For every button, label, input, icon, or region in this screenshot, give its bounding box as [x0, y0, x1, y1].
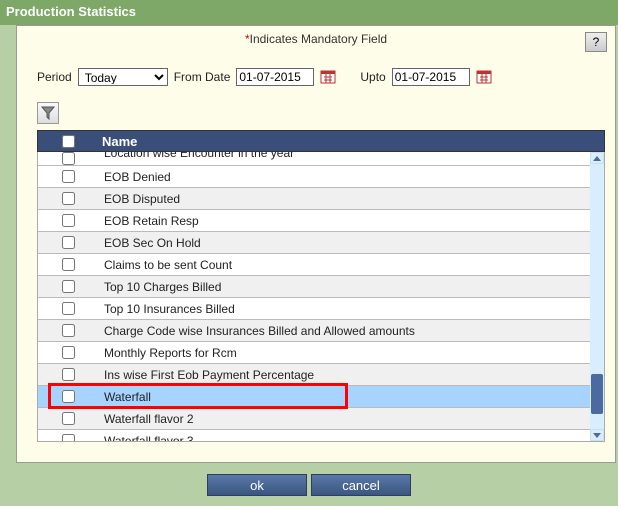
table-row[interactable]: EOB Retain Resp: [38, 210, 604, 232]
scroll-up-button[interactable]: [590, 152, 604, 164]
ok-button[interactable]: ok: [207, 474, 307, 496]
row-name: Location wise Encounter in the year: [98, 152, 604, 160]
from-date-input[interactable]: [236, 68, 314, 86]
table-row[interactable]: Ins wise First Eob Payment Percentage: [38, 364, 604, 386]
row-checkbox[interactable]: [62, 412, 75, 425]
help-button[interactable]: ?: [585, 32, 607, 52]
row-checkbox[interactable]: [62, 390, 75, 403]
filter-row: Period Today From Date Upto: [17, 50, 615, 92]
calendar-icon[interactable]: [476, 69, 492, 85]
chevron-up-icon: [593, 156, 601, 161]
from-date-label: From Date: [174, 70, 231, 84]
table-row[interactable]: Monthly Reports for Rcm: [38, 342, 604, 364]
table-header: Name: [37, 130, 605, 152]
row-name: Top 10 Insurances Billed: [98, 302, 604, 316]
row-name: EOB Denied: [98, 170, 604, 184]
row-checkbox[interactable]: [62, 280, 75, 293]
row-checkbox-cell: [38, 255, 98, 274]
table-body: Location wise Encounter in the year EOB D…: [37, 152, 605, 442]
header-name[interactable]: Name: [98, 134, 137, 149]
table-row[interactable]: Charge Code wise Insurances Billed and A…: [38, 320, 604, 342]
main-panel: *Indicates Mandatory Field ? Period Toda…: [16, 25, 616, 463]
upto-date-input[interactable]: [392, 68, 470, 86]
row-checkbox[interactable]: [62, 434, 75, 442]
window: Production Statistics *Indicates Mandato…: [0, 0, 618, 506]
row-checkbox[interactable]: [62, 258, 75, 271]
scroll-thumb[interactable]: [591, 374, 603, 414]
scrollbar[interactable]: [590, 152, 604, 441]
row-checkbox-cell: [38, 387, 98, 406]
row-checkbox[interactable]: [62, 302, 75, 315]
row-checkbox[interactable]: [62, 152, 75, 165]
row-checkbox-cell: [38, 431, 98, 442]
row-checkbox-cell: [38, 299, 98, 318]
scroll-down-button[interactable]: [590, 429, 604, 441]
toolbar: [17, 92, 615, 128]
row-checkbox-cell: [38, 167, 98, 186]
scroll-track[interactable]: [590, 164, 604, 429]
row-checkbox-cell: [38, 343, 98, 362]
mandatory-indicator: *Indicates Mandatory Field: [17, 26, 615, 50]
row-checkbox[interactable]: [62, 236, 75, 249]
row-name: EOB Sec On Hold: [98, 236, 604, 250]
row-name: EOB Disputed: [98, 192, 604, 206]
row-checkbox-cell: [38, 409, 98, 428]
row-checkbox[interactable]: [62, 324, 75, 337]
table: Name Location wise Encounter in the year…: [37, 130, 605, 442]
table-row[interactable]: Waterfall flavor 2: [38, 408, 604, 430]
row-name: EOB Retain Resp: [98, 214, 604, 228]
table-row[interactable]: EOB Disputed: [38, 188, 604, 210]
row-checkbox-cell: [38, 365, 98, 384]
row-checkbox-cell: [38, 152, 98, 166]
period-label: Period: [37, 70, 72, 84]
funnel-icon: [41, 106, 55, 120]
row-name: Ins wise First Eob Payment Percentage: [98, 368, 604, 382]
row-checkbox[interactable]: [62, 214, 75, 227]
row-checkbox[interactable]: [62, 346, 75, 359]
row-checkbox-cell: [38, 321, 98, 340]
table-row[interactable]: Top 10 Charges Billed: [38, 276, 604, 298]
row-name: Charge Code wise Insurances Billed and A…: [98, 324, 604, 338]
period-select[interactable]: Today: [78, 68, 168, 86]
table-row[interactable]: Claims to be sent Count: [38, 254, 604, 276]
mandatory-text: Indicates Mandatory Field: [250, 32, 387, 46]
row-checkbox-cell: [38, 277, 98, 296]
filter-button[interactable]: [37, 102, 59, 124]
window-title: Production Statistics: [0, 0, 618, 25]
button-row: ok cancel: [0, 468, 618, 504]
table-row[interactable]: EOB Denied: [38, 166, 604, 188]
table-row[interactable]: Location wise Encounter in the year: [38, 152, 604, 166]
header-checkbox-cell: [38, 132, 98, 151]
row-name: Waterfall: [98, 390, 604, 404]
table-row[interactable]: Waterfall: [38, 386, 604, 408]
calendar-icon[interactable]: [320, 69, 336, 85]
table-row[interactable]: EOB Sec On Hold: [38, 232, 604, 254]
table-row[interactable]: Top 10 Insurances Billed: [38, 298, 604, 320]
select-all-checkbox[interactable]: [62, 135, 75, 148]
row-checkbox[interactable]: [62, 170, 75, 183]
row-name: Monthly Reports for Rcm: [98, 346, 604, 360]
row-name: Claims to be sent Count: [98, 258, 604, 272]
row-checkbox-cell: [38, 233, 98, 252]
upto-label: Upto: [360, 70, 385, 84]
table-row[interactable]: Waterfall flavor 3: [38, 430, 604, 442]
row-name: Top 10 Charges Billed: [98, 280, 604, 294]
row-checkbox-cell: [38, 189, 98, 208]
row-checkbox-cell: [38, 211, 98, 230]
row-checkbox[interactable]: [62, 192, 75, 205]
cancel-button[interactable]: cancel: [311, 474, 411, 496]
chevron-down-icon: [593, 433, 601, 438]
row-name: Waterfall flavor 2: [98, 412, 604, 426]
row-name: Waterfall flavor 3: [98, 434, 604, 443]
row-checkbox[interactable]: [62, 368, 75, 381]
